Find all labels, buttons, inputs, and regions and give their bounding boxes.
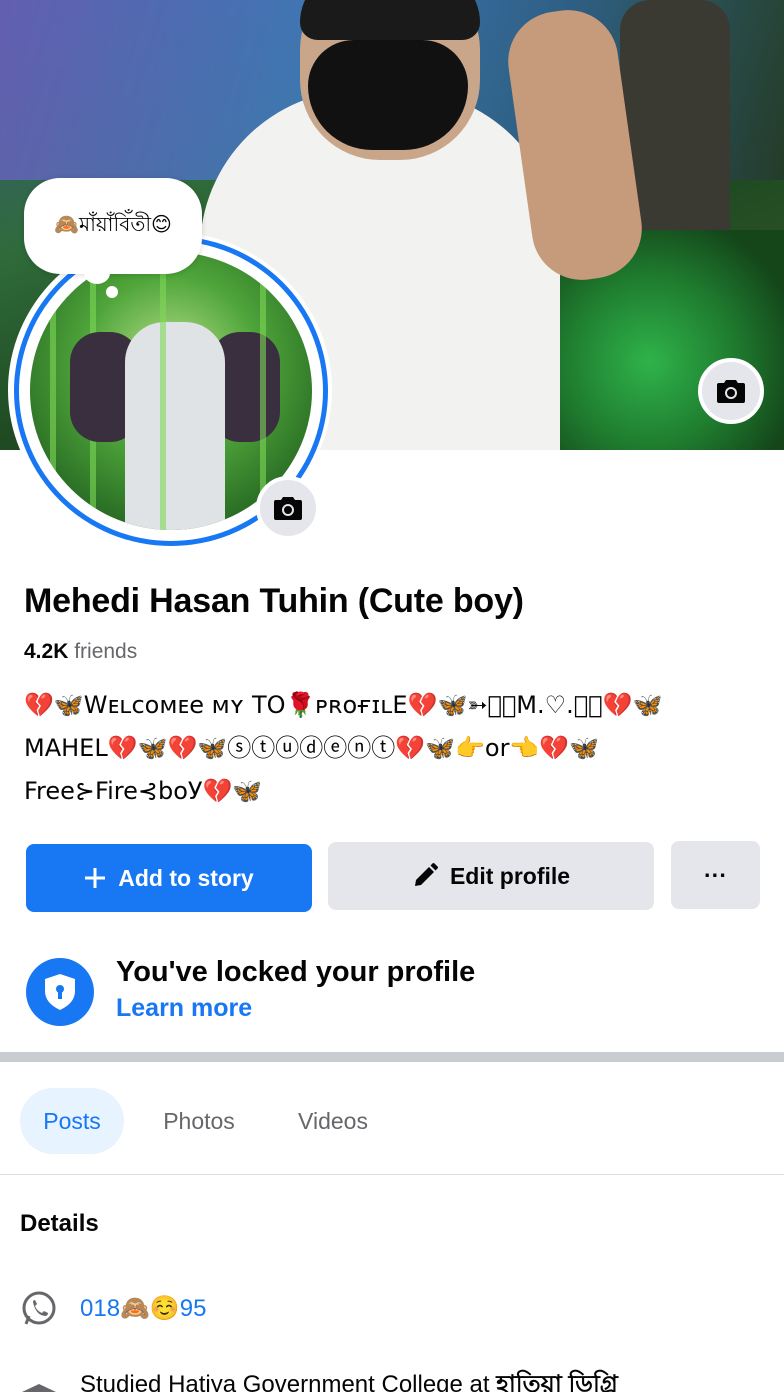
learn-more-link[interactable]: Learn more (116, 994, 252, 1023)
edit-profile-button[interactable]: Edit profile (328, 842, 654, 910)
plus-icon (84, 867, 106, 889)
cover-person-hair (300, 0, 480, 40)
profile-note-bubble[interactable]: 🙈মাঁয়াঁবিঁতী😊 (24, 178, 202, 274)
bio-line: Free⊱Fire⊰boУ💔🦋 (24, 777, 263, 805)
friends-count-number: 4.2K (24, 640, 69, 663)
profile-name: Mehedi Hasan Tuhin (Cute boy) (24, 582, 524, 620)
more-options-button[interactable]: ··· (671, 841, 760, 909)
note-bubble-tail (106, 286, 118, 298)
tab-posts[interactable]: Posts (20, 1088, 124, 1154)
locked-profile-title: You've locked your profile (116, 956, 476, 988)
graduation-cap-icon (22, 1384, 56, 1392)
cover-person-mask (308, 40, 468, 150)
whatsapp-icon (22, 1291, 56, 1325)
avatar-grass (50, 252, 56, 530)
bio-line: 💔🦋Wᴇʟᴄᴏᴍᴇe ᴍʏ TO🌹ᴘʀᴏғɪʟE💔🦋➳⃝⃞M.♡.⃝⃞💔🦋 (24, 691, 663, 719)
details-heading: Details (20, 1210, 99, 1237)
shield-lock-icon (26, 958, 94, 1026)
camera-icon (274, 497, 302, 520)
tab-videos[interactable]: Videos (280, 1088, 386, 1154)
camera-icon (717, 380, 745, 403)
education-prefix: Studied Hatiya Government College at (80, 1371, 490, 1392)
avatar-grass (160, 252, 166, 530)
tabs-divider (0, 1174, 784, 1175)
education-school-link[interactable]: হাতিয়া ডিগ্রি (496, 1371, 618, 1392)
edit-cover-camera-button[interactable] (698, 358, 764, 424)
tab-photos[interactable]: Photos (146, 1088, 252, 1154)
add-to-story-button[interactable]: Add to story (26, 844, 312, 912)
friends-count-label: friends (74, 640, 138, 663)
phone-number-link[interactable]: 018🙈☺️95 (80, 1294, 207, 1323)
profile-bio: 💔🦋Wᴇʟᴄᴏᴍᴇe ᴍʏ TO🌹ᴘʀᴏғɪʟE💔🦋➳⃝⃞M.♡.⃝⃞💔🦋 MA… (24, 684, 764, 813)
bio-line: MAHEL💔🦋💔🦋ⓢⓣⓤⓓⓔⓝⓣ💔🦋👉or👈💔🦋 (24, 734, 600, 762)
edit-profile-label: Edit profile (449, 862, 571, 889)
pencil-icon (412, 863, 438, 889)
friends-count[interactable]: 4.2K friends (24, 640, 137, 664)
avatar-body (125, 322, 225, 530)
note-bubble-tail (84, 262, 110, 284)
section-divider (0, 1052, 784, 1062)
education-detail: Studied Hatiya Government College at হাত… (80, 1366, 618, 1392)
profile-note-text: 🙈মাঁয়াঁবিঁতী😊 (54, 213, 172, 236)
edit-avatar-camera-button[interactable] (256, 476, 320, 540)
more-icon: ··· (704, 861, 727, 888)
add-to-story-label: Add to story (118, 864, 254, 891)
